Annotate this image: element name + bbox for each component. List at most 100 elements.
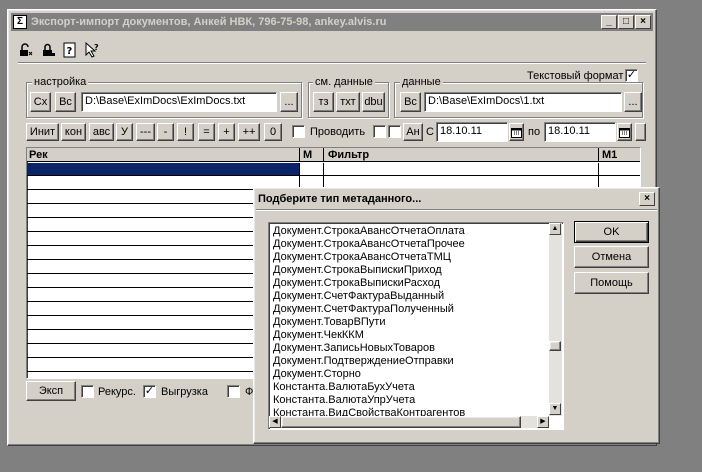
text-format-label: Текстовый формат xyxy=(527,70,624,82)
list-item[interactable]: Документ.ЧекККМ xyxy=(271,329,549,342)
metadata-type-list[interactable]: Документ.СтрокаАвансОтчетаОплата Докумен… xyxy=(268,222,564,430)
svg-text:?: ? xyxy=(94,43,99,52)
double-plus-button[interactable]: ++ xyxy=(238,123,260,141)
view-tz-button[interactable]: тз xyxy=(313,92,334,112)
init-button[interactable]: Инит xyxy=(26,123,59,141)
text-format-checkbox[interactable]: ✓ xyxy=(625,69,638,82)
list-item[interactable]: Документ.СчетФактураВыданный xyxy=(271,290,549,303)
list-item[interactable]: Документ.СтрокаАвансОтчетаОплата xyxy=(271,225,549,238)
scroll-thumb[interactable] xyxy=(549,341,561,351)
view-dbu-button[interactable]: dbu xyxy=(362,92,385,112)
exclamation-button[interactable]: ! xyxy=(177,123,194,141)
column-header-m[interactable]: М xyxy=(303,149,312,161)
whats-this-icon[interactable]: ? xyxy=(84,42,100,58)
toolbar: ? ? xyxy=(18,41,118,59)
settings-browse-button[interactable]: ... xyxy=(280,92,298,112)
date-to-label: по xyxy=(528,126,541,138)
list-item[interactable]: Документ.Сторно xyxy=(271,368,549,381)
table-row[interactable] xyxy=(27,163,640,176)
grid-header: Рек М Фильтр М1 xyxy=(27,148,640,162)
list-item[interactable]: Документ.СтрокаВыпискиРасход xyxy=(271,277,549,290)
dialog-title: Подберите тип метаданного... xyxy=(258,193,422,205)
app-icon: Σ xyxy=(13,15,27,29)
list-item[interactable]: Документ.ПодтверждениеОтправки xyxy=(271,355,549,368)
list-item[interactable]: Константа.ВалютаУпрУчета xyxy=(271,394,549,407)
scroll-left-button[interactable]: ◀ xyxy=(269,416,281,428)
list-item[interactable]: Документ.СтрокаАвансОтчетаТМЦ xyxy=(271,251,549,264)
minus-button[interactable]: - xyxy=(157,123,174,141)
export-button[interactable]: Эксп xyxy=(26,381,76,401)
column-header-rek[interactable]: Рек xyxy=(29,149,48,161)
help-button[interactable]: Помощь xyxy=(574,272,649,294)
view-txt-button[interactable]: тхт xyxy=(336,92,360,112)
scroll-up-button[interactable]: ▲ xyxy=(549,223,561,235)
list-item[interactable]: Документ.ТоварВПути xyxy=(271,316,549,329)
list-item[interactable]: Документ.СтрокаАвансОтчетаПрочее xyxy=(271,238,549,251)
u-button[interactable]: У xyxy=(116,123,133,141)
view-data-group-title: см. данные xyxy=(313,76,375,88)
column-divider xyxy=(598,148,599,162)
column-header-m1[interactable]: М1 xyxy=(602,149,617,161)
plus-button[interactable]: + xyxy=(218,123,235,141)
settings-path-input[interactable]: D:\Base\ExImDocs\ExImDocs.txt xyxy=(81,92,277,112)
abc-button[interactable]: авс xyxy=(89,123,114,141)
list-item[interactable]: Константа.ВалютаБухУчета xyxy=(271,381,549,394)
calendar-icon xyxy=(619,127,630,138)
date-from-calendar-button[interactable] xyxy=(509,123,524,141)
dialog-title-bar[interactable]: Подберите тип метаданного... × xyxy=(256,190,657,208)
data-browse-button[interactable]: ... xyxy=(624,92,642,112)
minimize-button[interactable]: _ xyxy=(601,15,617,29)
unload-checkbox[interactable]: ✓ xyxy=(143,385,156,398)
maximize-button[interactable]: □ xyxy=(618,15,634,29)
extra-button[interactable] xyxy=(635,123,646,141)
date-to-calendar-button[interactable] xyxy=(617,123,632,141)
zero-button[interactable]: 0 xyxy=(264,123,282,141)
column-header-filter[interactable]: Фильтр xyxy=(328,149,369,161)
list-content: Документ.СтрокаАвансОтчетаОплата Докумен… xyxy=(271,225,549,417)
help-icon[interactable]: ? xyxy=(62,42,78,58)
an-button[interactable]: Ан xyxy=(403,123,423,141)
option-checkbox-a[interactable] xyxy=(373,125,386,138)
option-checkbox-b[interactable] xyxy=(388,125,401,138)
triple-dash-button[interactable]: --- xyxy=(136,123,155,141)
list-item[interactable]: Документ.ЗаписьНовыхТоваров xyxy=(271,342,549,355)
toolbar-separator xyxy=(18,62,646,64)
dialog-close-button[interactable]: × xyxy=(639,192,655,206)
recursive-label: Рекурс. xyxy=(98,386,136,398)
main-window-title: Экспорт-импорт документов, Анкей НВК, 79… xyxy=(31,16,387,28)
list-horizontal-scrollbar[interactable]: ◀ ▶ xyxy=(269,416,549,428)
dialog-title-separator xyxy=(256,209,657,211)
close-button[interactable]: × xyxy=(635,15,651,29)
column-divider xyxy=(323,148,324,162)
date-from-label: С xyxy=(426,126,434,138)
main-title-bar[interactable]: Σ Экспорт-импорт документов, Анкей НВК, … xyxy=(11,13,653,31)
settings-vs-button[interactable]: Вс xyxy=(55,92,76,112)
kon-button[interactable]: кон xyxy=(61,123,86,141)
date-from-input[interactable]: 18.10.11 xyxy=(436,122,508,142)
data-vs-button[interactable]: Вс xyxy=(400,92,421,112)
column-divider xyxy=(299,148,300,162)
partial-checkbox[interactable] xyxy=(227,385,240,398)
data-group-title: данные xyxy=(400,76,443,88)
settings-group-title: настройка xyxy=(32,76,89,88)
svg-text:?: ? xyxy=(67,46,73,57)
date-to-input[interactable]: 18.10.11 xyxy=(544,122,616,142)
horizontal-scroll-thumb[interactable] xyxy=(281,416,521,428)
lock-closed-icon[interactable] xyxy=(40,42,56,58)
list-item[interactable]: Документ.СчетФактураПолученный xyxy=(271,303,549,316)
unload-label: Выгрузка xyxy=(161,386,208,398)
scroll-down-button[interactable]: ▼ xyxy=(549,403,561,415)
data-path-input[interactable]: D:\Base\ExImDocs\1.txt xyxy=(424,92,622,112)
post-checkbox[interactable] xyxy=(292,125,305,138)
list-vertical-scrollbar[interactable]: ▲ ▼ xyxy=(549,223,562,416)
post-label: Проводить xyxy=(310,126,366,138)
scroll-right-button[interactable]: ▶ xyxy=(537,416,549,428)
lock-open-icon[interactable] xyxy=(18,42,34,58)
list-item[interactable]: Документ.СтрокаВыпискиПриход xyxy=(271,264,549,277)
equals-button[interactable]: = xyxy=(198,123,215,141)
cancel-button[interactable]: Отмена xyxy=(574,246,649,268)
settings-cx-button[interactable]: Сх xyxy=(30,92,51,112)
recursive-checkbox[interactable] xyxy=(81,385,94,398)
metadata-type-dialog: Подберите тип метаданного... × Документ.… xyxy=(253,187,660,444)
ok-button[interactable]: OK xyxy=(574,221,649,243)
